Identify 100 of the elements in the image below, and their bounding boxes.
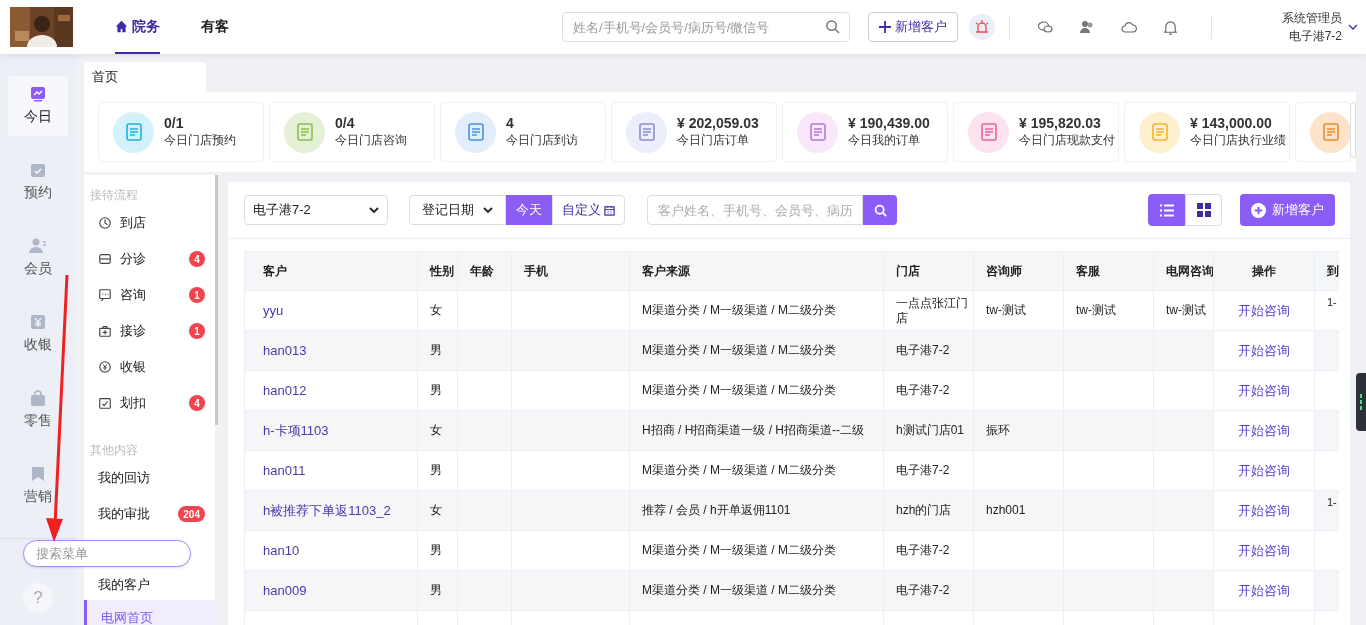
table-cell: M渠道分类 / M一级渠道 / M二级分类 [642, 343, 836, 357]
column-header: 咨询师 [973, 251, 1064, 291]
inbox-icon [98, 252, 112, 266]
bag-icon [30, 389, 46, 406]
rail-item[interactable]: 营销 [8, 456, 68, 516]
rail-item[interactable]: 收银 [8, 304, 68, 364]
start-consult-link[interactable]: 开始咨询 [1238, 342, 1290, 358]
column-header: 性别 [417, 251, 458, 291]
menu-item[interactable]: 到店 [84, 205, 215, 241]
side-widget[interactable] [1356, 373, 1366, 431]
table-cell: 电子港7-2 [896, 343, 950, 357]
search-button[interactable] [863, 195, 897, 225]
user-store: 电子港7-2 [1288, 28, 1342, 45]
plus-icon [879, 21, 891, 33]
page-tab[interactable]: 首页 [84, 62, 206, 92]
rail-item[interactable]: 会员 [8, 228, 68, 288]
stat-value: ¥ 143,000.00 [1190, 115, 1273, 132]
search-field[interactable]: 姓名/手机号/会员号/病历号/微信号 [562, 12, 850, 42]
stat-value: 0/4 [335, 115, 356, 132]
customer-link[interactable]: han012 [263, 382, 307, 398]
clock-icon [98, 216, 112, 230]
table-cell: 女 [430, 303, 442, 317]
nav-tab[interactable]: 有客 [201, 0, 229, 54]
add-customer-button[interactable]: 新增客户 [1240, 194, 1335, 226]
add-customer-button[interactable]: 新增客户 [868, 12, 958, 42]
table-cell: tw-测试 [986, 303, 1026, 317]
medical-kit-icon [98, 324, 112, 338]
date-button[interactable]: 今天 [506, 195, 552, 225]
table-cell: 电子港7-2 [896, 543, 950, 557]
customer-link[interactable]: han013 [263, 342, 307, 358]
customer-link[interactable]: han011 [263, 462, 306, 478]
start-consult-link[interactable]: 开始咨询 [1238, 542, 1290, 558]
chevron-icon [369, 205, 379, 215]
start-consult-link[interactable]: 开始咨询 [1238, 422, 1290, 438]
menu-item[interactable]: 电网首页 [84, 600, 215, 625]
rail-item[interactable]: 零售 [8, 380, 68, 440]
rail-item[interactable]: 预约 [8, 152, 68, 212]
caret-icon[interactable] [1348, 22, 1358, 32]
customer-link[interactable]: h-卡项1103 [263, 422, 329, 438]
yen-icon [30, 313, 46, 330]
search-icon [873, 203, 887, 217]
people-icon[interactable] [1079, 19, 1095, 35]
view-toggle[interactable] [1148, 194, 1185, 226]
yen-coin-icon [98, 360, 112, 374]
menu-item[interactable]: 我的客户 [84, 570, 215, 600]
menu-item[interactable]: 划扣 4 [84, 385, 215, 421]
table-cell: 男 [430, 463, 442, 477]
start-consult-link[interactable]: 开始咨询 [1238, 462, 1290, 478]
menu-item[interactable]: 我的审批 204 [84, 496, 215, 532]
table-cell: 1- [1327, 296, 1337, 308]
table-cell: M渠道分类 / M一级渠道 / M二级分类 [642, 543, 836, 557]
alarm-icon[interactable] [969, 14, 995, 40]
customer-link[interactable]: han10 [263, 542, 300, 558]
stat-label: 今日门店预约 [164, 132, 236, 149]
table-cell: M渠道分类 / M一级渠道 / M二级分类 [642, 463, 836, 477]
user-name: 系统管理员 [1282, 10, 1342, 27]
chat-bubbles-icon[interactable] [1037, 19, 1053, 35]
table-cell: M渠道分类 / M一级渠道 / M二级分类 [642, 583, 836, 597]
menu-item[interactable]: 接诊 1 [84, 313, 215, 349]
store-select[interactable]: 电子港7-2 [244, 195, 388, 225]
chart-icon [30, 85, 46, 102]
column-header: 门店 [883, 251, 974, 291]
customer-link[interactable]: han009 [263, 582, 307, 598]
column-header: 客服 [1063, 251, 1154, 291]
table-cell: 一点点张江门店 [896, 295, 968, 325]
date-type-select[interactable]: 登记日期 [409, 195, 506, 225]
rail-item[interactable]: 今日 [8, 76, 68, 136]
start-consult-link[interactable]: 开始咨询 [1238, 502, 1290, 518]
count-badge: 204 [178, 506, 205, 522]
start-consult-link[interactable]: 开始咨询 [1238, 582, 1290, 598]
table-cell: 电子港7-2 [896, 463, 950, 477]
cloud-icon[interactable] [1121, 19, 1137, 35]
date-button[interactable]: 自定义 [552, 195, 625, 225]
stat-label: 今日门店咨询 [335, 132, 407, 149]
menu-item[interactable]: 我的回访 [84, 460, 215, 496]
customer-link[interactable]: yyu [263, 302, 284, 318]
table-cell: 推荐 / 会员 / h开单返佣1101 [642, 503, 791, 517]
count-badge: 4 [189, 251, 205, 267]
start-consult-link[interactable]: 开始咨询 [1238, 382, 1290, 398]
column-header: 年龄 [457, 251, 512, 291]
table-cell: 电子港7-2 [896, 583, 950, 597]
nav-tab[interactable]: 院务 [115, 0, 160, 54]
column-header: 客户来源 [629, 251, 884, 291]
customer-search-field[interactable]: 客户姓名、手机号、会员号、病历 [647, 195, 863, 225]
count-badge: 4 [189, 395, 205, 411]
count-badge: 1 [189, 287, 205, 303]
menu-item[interactable]: 收银 [84, 349, 215, 385]
list-icon [1159, 203, 1174, 217]
table-cell: tw-测试 [1166, 303, 1206, 317]
table-cell: h测试门店01 [896, 423, 965, 437]
menu-search-field[interactable]: 搜索菜单 [23, 540, 191, 567]
menu-item[interactable]: 咨询 1 [84, 277, 215, 313]
chat-icon [98, 288, 112, 302]
grid-icon [1196, 203, 1211, 217]
menu-item[interactable]: 分诊 4 [84, 241, 215, 277]
section-heading: 其他内容 [89, 442, 139, 459]
section-heading: 接待流程 [89, 187, 139, 204]
stat-value: ¥ 190,439.00 [848, 115, 930, 132]
bell-icon[interactable] [1163, 19, 1178, 35]
start-consult-link[interactable]: 开始咨询 [1238, 302, 1290, 318]
